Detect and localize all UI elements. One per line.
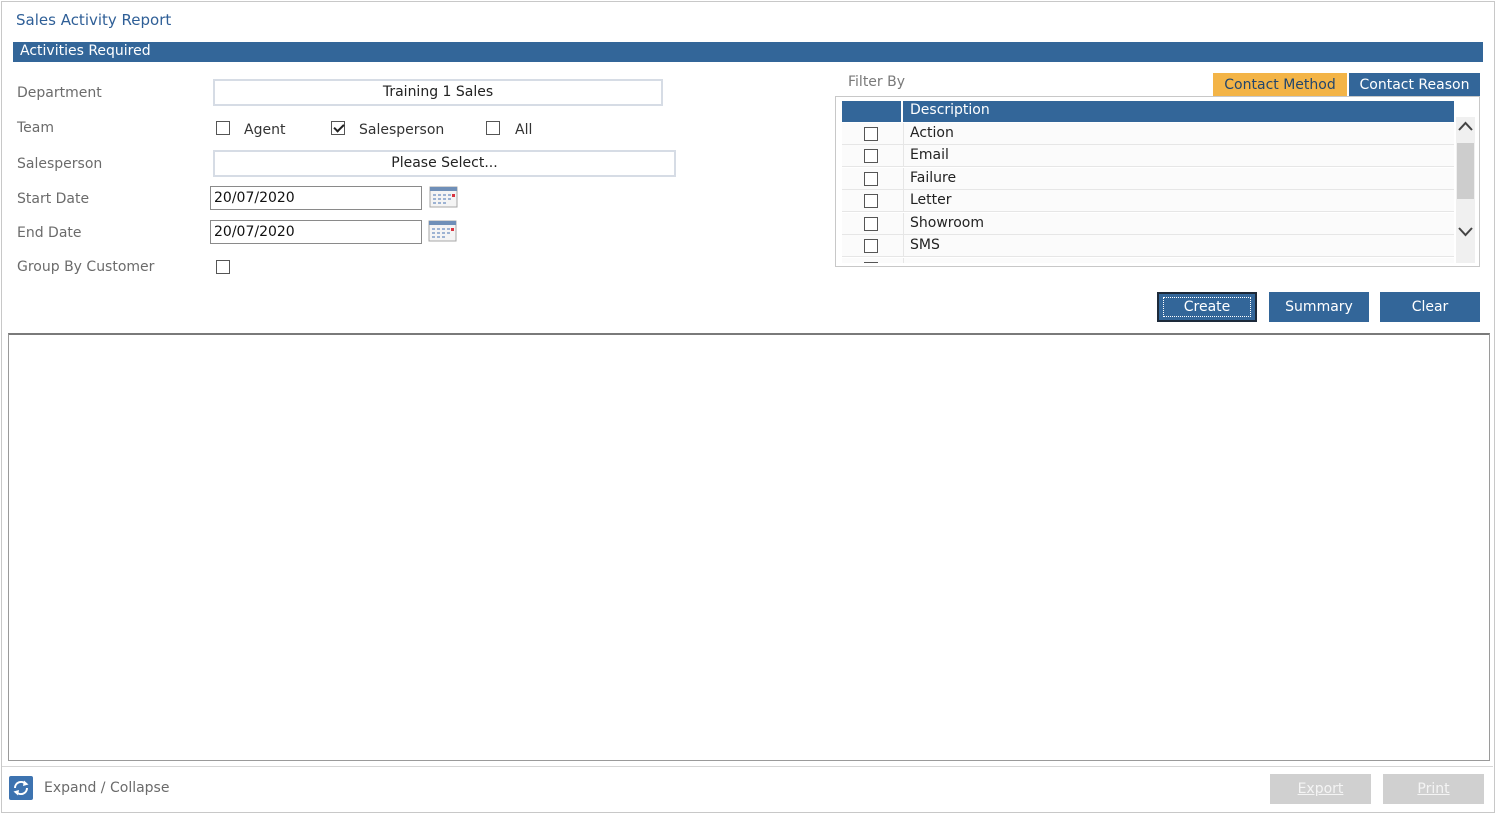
grid-row[interactable]: Showroom xyxy=(842,213,1454,235)
export-button[interactable]: Export xyxy=(1270,774,1371,804)
row-checkbox[interactable] xyxy=(864,149,878,163)
row-checkbox[interactable] xyxy=(864,194,878,208)
column-divider xyxy=(903,123,904,145)
row-checkbox[interactable] xyxy=(864,262,878,263)
row-label: Showroom xyxy=(910,215,984,231)
row-label: Action xyxy=(910,125,954,141)
print-button[interactable]: Print xyxy=(1383,774,1484,804)
row-label: SMS xyxy=(910,237,940,253)
start-date-label: Start Date xyxy=(17,191,90,207)
chevron-down-icon[interactable] xyxy=(1456,221,1475,241)
team-salesperson-label: Salesperson xyxy=(359,122,445,138)
team-label: Team xyxy=(17,120,55,136)
row-checkbox[interactable] xyxy=(864,239,878,253)
team-salesperson-checkbox[interactable] xyxy=(331,121,345,135)
tab-contact-method[interactable]: Contact Method xyxy=(1213,73,1347,97)
team-agent-checkbox[interactable] xyxy=(216,121,230,135)
department-select[interactable]: Training 1 Sales xyxy=(213,79,663,106)
grid-header-select-column xyxy=(842,101,903,122)
column-divider xyxy=(903,168,904,190)
end-date-input[interactable] xyxy=(210,220,422,244)
grid-header-description: Description xyxy=(910,102,990,118)
calendar-icon[interactable] xyxy=(429,186,458,208)
summary-button[interactable]: Summary xyxy=(1269,292,1369,322)
report-results-area xyxy=(8,333,1490,761)
calendar-icon[interactable] xyxy=(428,220,457,242)
chevron-up-icon[interactable] xyxy=(1456,117,1475,137)
end-date-label: End Date xyxy=(17,225,82,241)
filter-grid: Description Action Email Failure Letter … xyxy=(835,96,1480,267)
grid-row[interactable]: Email xyxy=(842,145,1454,167)
row-label: Failure xyxy=(910,170,957,186)
expand-collapse-link[interactable]: Expand / Collapse xyxy=(44,780,169,796)
row-checkbox[interactable] xyxy=(864,127,878,141)
column-divider xyxy=(903,235,904,257)
column-divider xyxy=(903,145,904,167)
salesperson-select[interactable]: Please Select... xyxy=(213,150,676,177)
scrollbar-thumb[interactable] xyxy=(1457,143,1474,199)
row-label: Letter xyxy=(910,192,952,208)
grid-row[interactable]: Failure xyxy=(842,168,1454,190)
team-all-checkbox[interactable] xyxy=(486,121,500,135)
section-header: Activities Required xyxy=(13,42,1483,62)
refresh-icon[interactable] xyxy=(9,776,33,800)
group-by-customer-checkbox[interactable] xyxy=(216,260,230,274)
footer-divider xyxy=(2,766,1493,767)
grid-row[interactable]: Letter xyxy=(842,190,1454,212)
grid-scrollbar[interactable] xyxy=(1456,117,1475,263)
team-agent-label: Agent xyxy=(244,122,286,138)
tab-contact-reason[interactable]: Contact Reason xyxy=(1349,73,1480,97)
row-checkbox[interactable] xyxy=(864,172,878,186)
row-label: Email xyxy=(910,147,949,163)
column-divider xyxy=(903,258,904,263)
salesperson-label: Salesperson xyxy=(17,156,103,172)
column-divider xyxy=(903,190,904,212)
filter-by-label: Filter By xyxy=(848,74,906,90)
grid-header: Description xyxy=(842,101,1454,122)
section-title: Activities Required xyxy=(20,43,151,59)
filter-grid-viewport: Description Action Email Failure Letter … xyxy=(842,101,1454,263)
grid-row[interactable] xyxy=(842,258,1454,263)
department-label: Department xyxy=(17,85,102,101)
group-by-customer-label: Group By Customer xyxy=(17,259,155,275)
start-date-input[interactable] xyxy=(210,186,422,210)
create-button-label: Create xyxy=(1183,299,1231,315)
column-divider xyxy=(903,213,904,235)
grid-row[interactable]: SMS xyxy=(842,235,1454,257)
row-checkbox[interactable] xyxy=(864,217,878,231)
page-title: Sales Activity Report xyxy=(16,11,172,29)
grid-row[interactable]: Action xyxy=(842,123,1454,145)
clear-button[interactable]: Clear xyxy=(1380,292,1480,322)
team-all-label: All xyxy=(515,122,533,138)
create-button[interactable]: Create xyxy=(1157,292,1257,322)
